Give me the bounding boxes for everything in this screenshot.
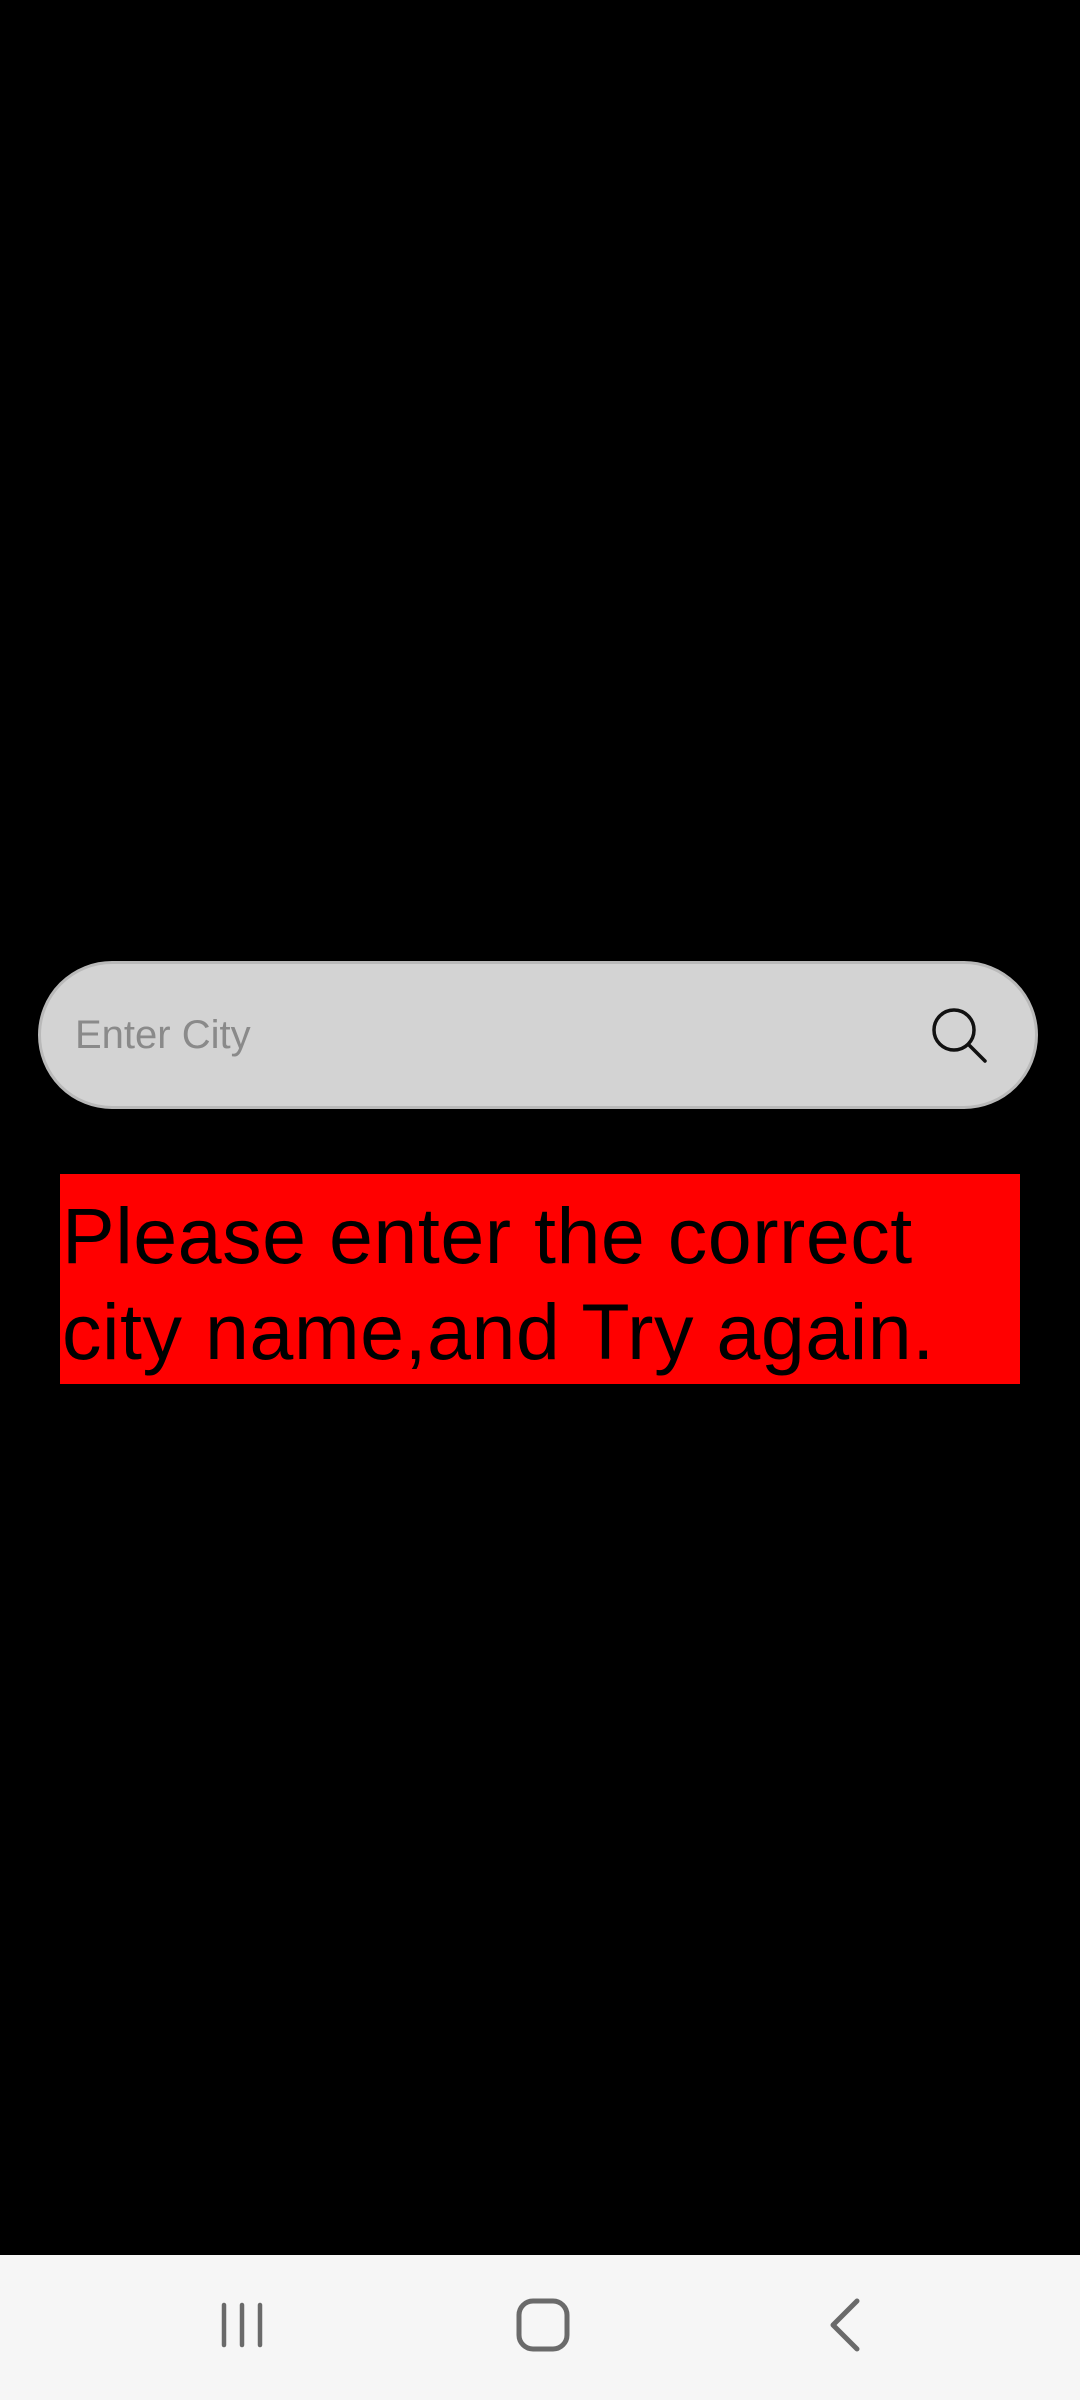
- system-navigation-bar: [0, 2255, 1080, 2400]
- recents-button[interactable]: [152, 2255, 332, 2400]
- error-message-box: Please enter the correct city name,and T…: [60, 1174, 1020, 1384]
- app-screen: Please enter the correct city name,and T…: [0, 0, 1080, 2400]
- search-bar: [38, 961, 1038, 1109]
- back-button[interactable]: [755, 2255, 935, 2400]
- back-icon: [825, 2297, 865, 2358]
- search-icon[interactable]: [927, 1003, 991, 1067]
- error-message-text: Please enter the correct city name,and T…: [62, 1191, 935, 1376]
- city-search-input[interactable]: [41, 964, 927, 1106]
- recents-icon: [217, 2300, 267, 2355]
- home-button[interactable]: [453, 2255, 633, 2400]
- home-icon: [515, 2297, 571, 2358]
